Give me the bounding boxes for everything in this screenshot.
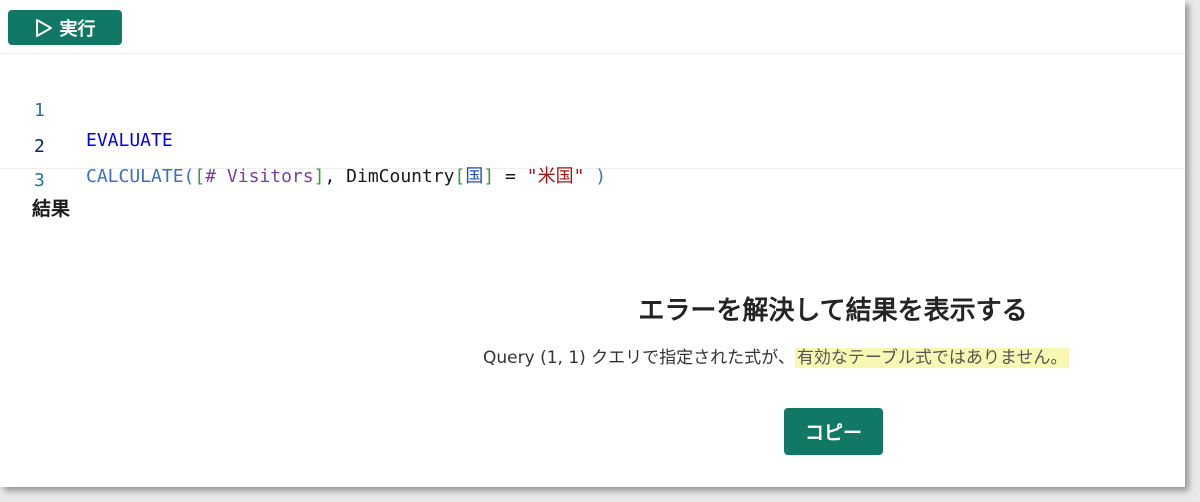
line-number: 3 — [34, 170, 45, 191]
code-line: 1 EVALUATE — [0, 66, 173, 151]
function-token: CALCULATE — [86, 166, 184, 187]
error-message: Query (1, 1) クエリで指定された式が、 有効なテーブル式ではありません… — [483, 343, 1070, 373]
play-outline-icon — [35, 18, 53, 38]
copy-button[interactable]: コピー — [784, 408, 883, 455]
bracket-token: [ — [454, 166, 466, 187]
measure-token: # Visitors — [205, 166, 314, 187]
results-heading: 結果 — [32, 198, 71, 220]
string-token: "米国" — [526, 166, 585, 187]
run-button[interactable]: 実行 — [8, 10, 122, 45]
operator-token: = — [505, 166, 516, 187]
code-line: 2 CALCULATE([# Visitors], DimCountry[国] … — [0, 102, 606, 187]
error-message-highlight: 有効なテーブル式ではありません。 — [794, 348, 1070, 368]
query-editor[interactable]: 1 EVALUATE 2 CALCULATE([# Visitors], Dim… — [0, 54, 1185, 191]
run-button-label: 実行 — [59, 18, 96, 40]
bracket-token: [ — [194, 166, 206, 187]
bracket-token: ] — [313, 166, 325, 187]
comma-token: , — [324, 166, 336, 187]
table-token: DimCountry — [346, 166, 455, 187]
paren-token: ( — [183, 166, 195, 187]
bracket-token: ] — [483, 166, 495, 187]
error-message-prefix: Query (1, 1) クエリで指定された式が、 — [483, 348, 795, 368]
paren-token: ) — [595, 166, 607, 187]
column-token: 国 — [465, 166, 484, 187]
code-text: EVALUATE — [86, 130, 173, 151]
toolbar: 実行 — [0, 0, 1185, 54]
code-line: 3 — [0, 136, 65, 191]
error-title: エラーを解決して結果を表示する — [638, 296, 1028, 326]
code-text: CALCULATE([# Visitors], DimCountry[国] = … — [86, 162, 606, 192]
query-panel: 実行 1 EVALUATE 2 CALCULATE([# Visitors], … — [0, 0, 1185, 487]
